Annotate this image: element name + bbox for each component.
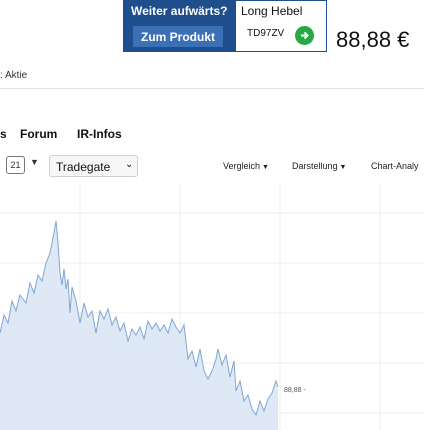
ad-product-title: Long Hebel [241,4,303,18]
chevron-down-icon[interactable]: ▼ [30,157,39,167]
compare-label: Vergleich [223,161,261,171]
compare-menu[interactable]: Vergleich ▼ [223,161,269,171]
arrow-right-icon[interactable] [295,26,314,45]
exchange-select-value: Tradegate [56,160,111,174]
divider [0,88,424,89]
tab-ir-infos[interactable]: IR-Infos [77,127,122,141]
security-type-label: : Aktie [0,70,28,81]
chevron-down-icon: ⌄ [125,159,134,170]
last-price-label: 88,88 - [284,387,306,394]
price-chart[interactable]: 88,88 - [0,183,424,430]
display-label: Darstellung [292,161,338,171]
tab-partial[interactable]: s [0,127,7,141]
chart-analysis-label: Chart-Analy [371,161,419,171]
chart-area [0,221,278,430]
calendar-icon[interactable]: 21 [6,156,25,174]
display-menu[interactable]: Darstellung ▼ [292,161,346,171]
chart-analysis-menu[interactable]: Chart-Analy [371,161,419,171]
tab-forum[interactable]: Forum [20,127,57,141]
ad-product-code: TD97ZV [247,28,285,39]
exchange-select[interactable]: Tradegate ⌄ [49,155,138,177]
ad-question: Weiter aufwärts? [131,4,228,18]
to-product-button[interactable]: Zum Produkt [133,26,223,47]
current-price: 88,88 € [336,27,410,52]
ad-product-panel[interactable]: Long Hebel TD97ZV [236,1,326,51]
caret-down-icon: ▼ [262,164,269,171]
ad-banner[interactable]: Weiter aufwärts? Zum Produkt Long Hebel … [123,0,327,52]
caret-down-icon: ▼ [339,164,347,171]
